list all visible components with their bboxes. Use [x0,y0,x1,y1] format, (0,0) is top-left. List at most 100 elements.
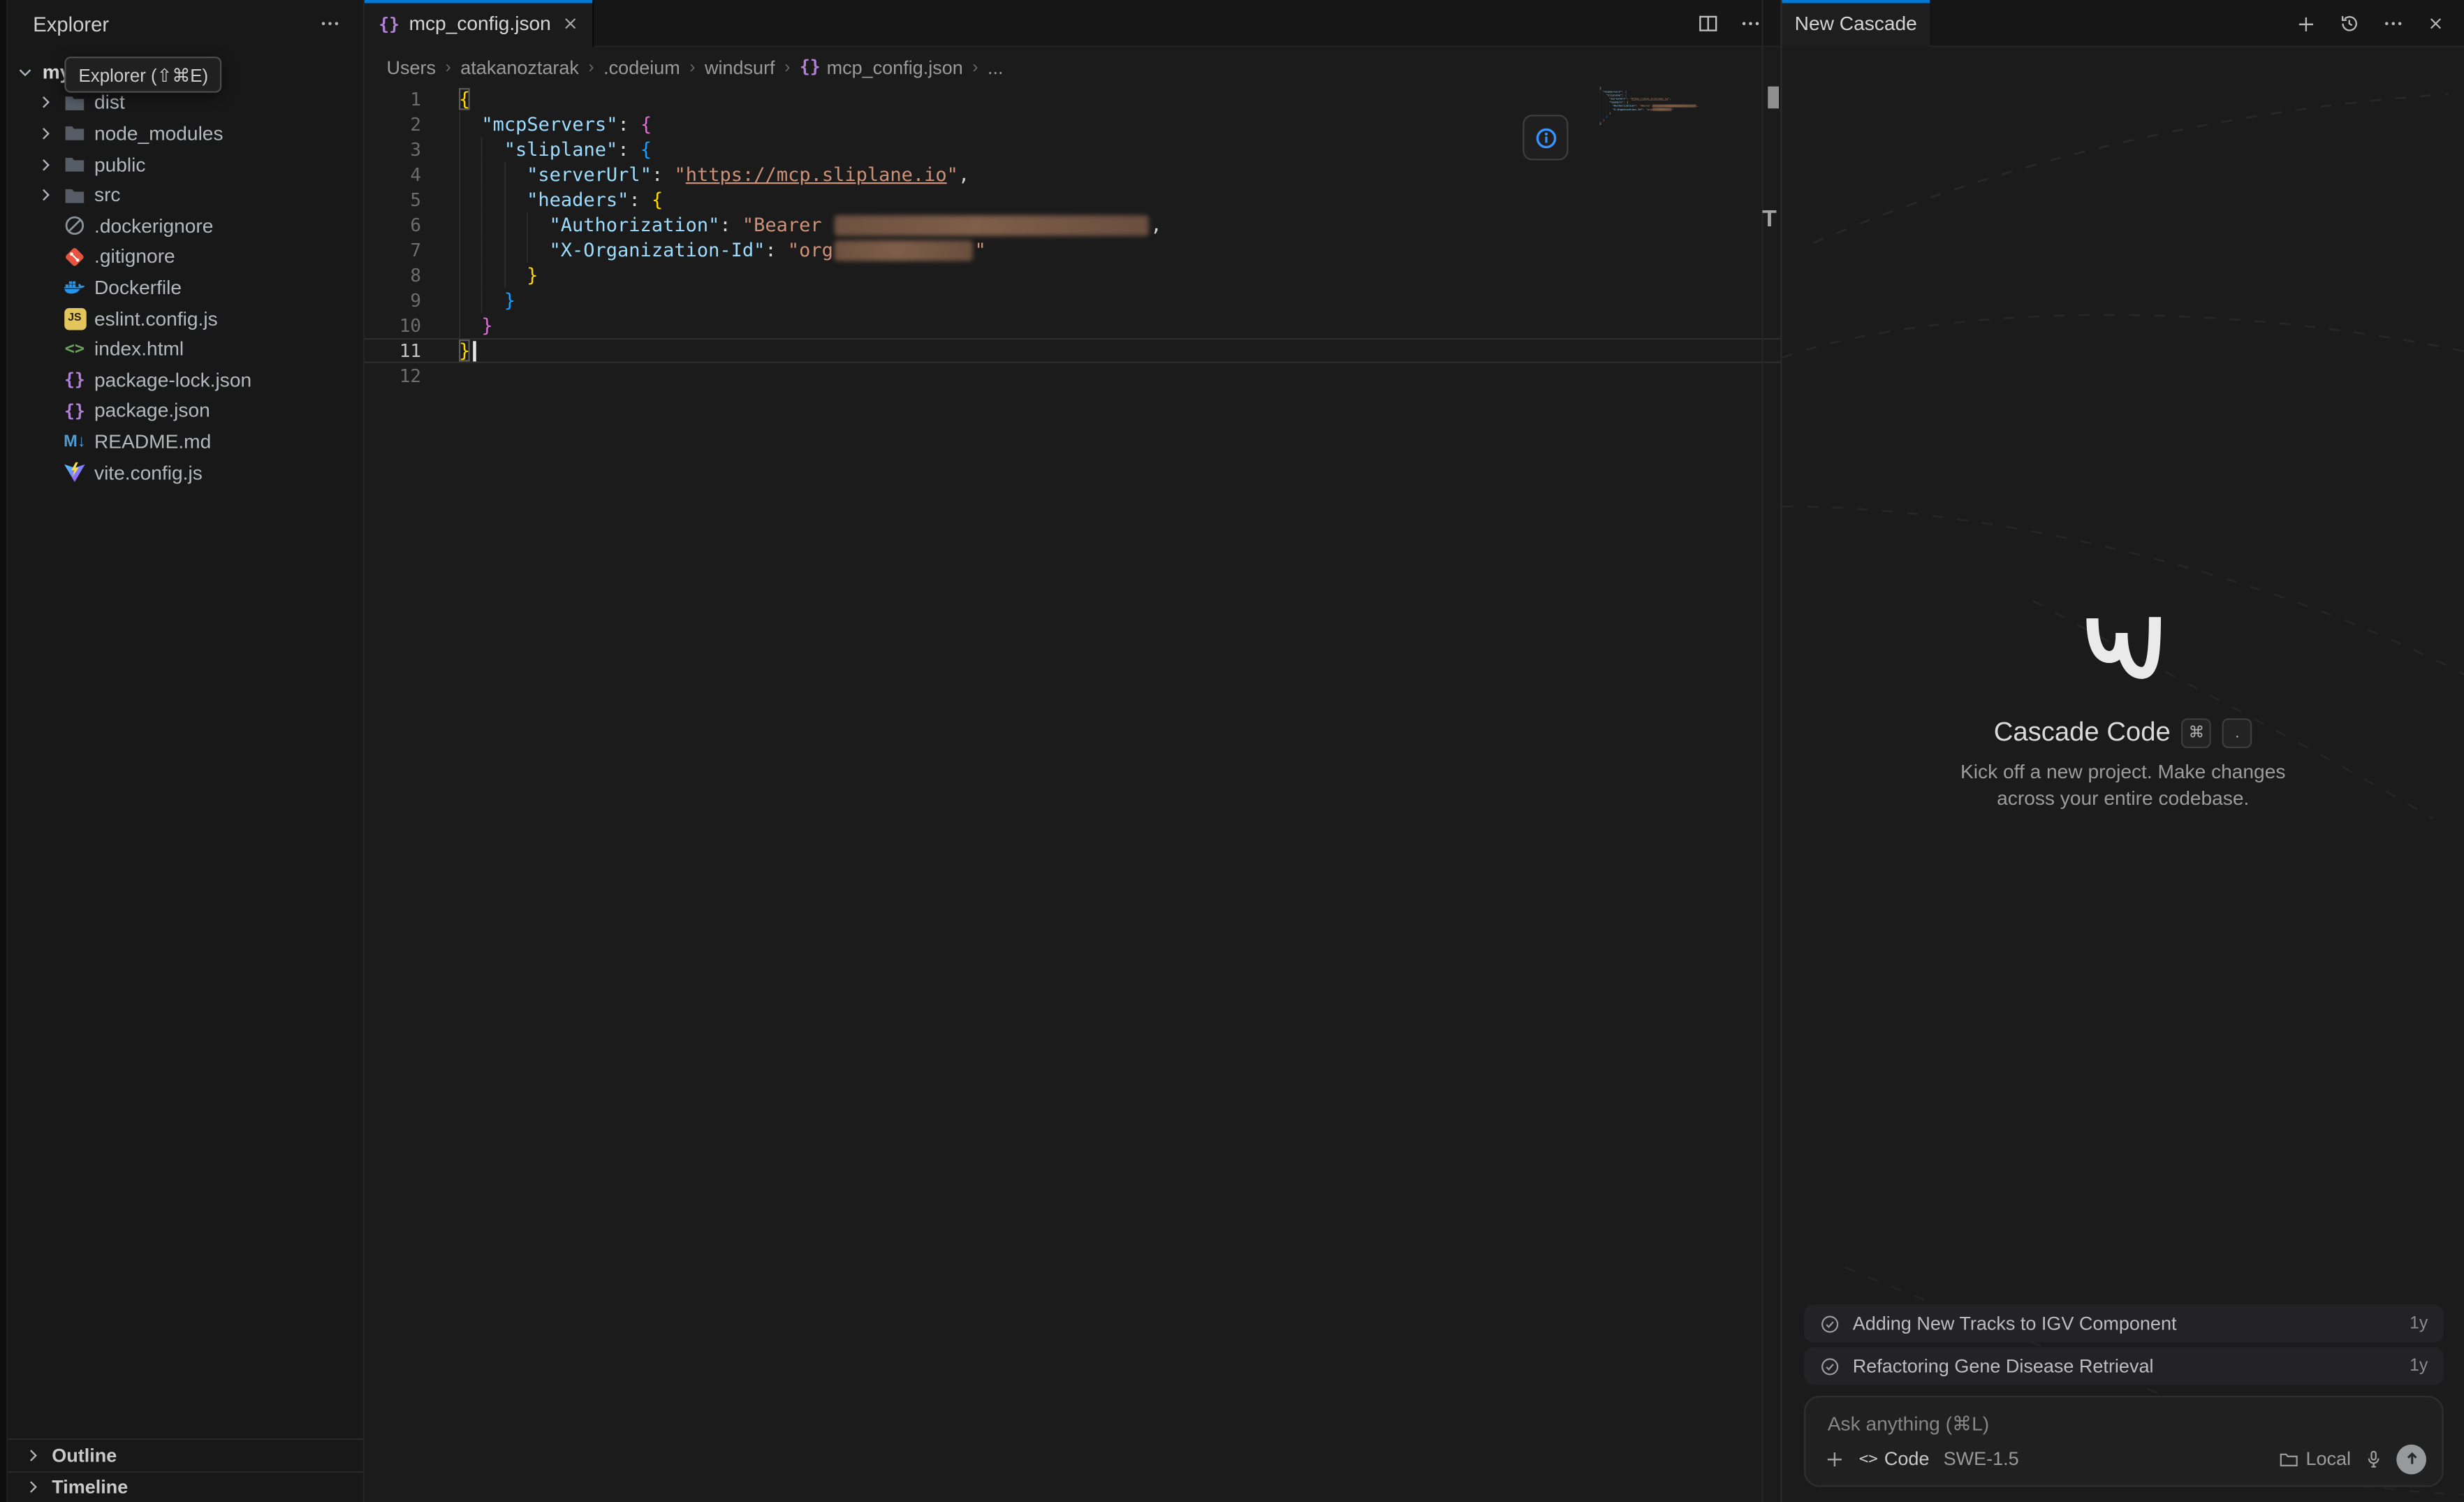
cascade-input[interactable]: Ask anything (⌘L) <> Code SWE-1.5 Local [1804,1396,2444,1487]
code-icon: <> [1859,1450,1878,1468]
code-line-11[interactable]: 11} [365,338,1780,363]
conversation-title: Adding New Tracks to IGV Component [1853,1313,2397,1335]
conversation-title: Refactoring Gene Disease Retrieval [1853,1355,2397,1378]
conversation-item[interactable]: Adding New Tracks to IGV Component1y [1804,1305,2444,1343]
breadcrumb-item[interactable]: {}mcp_config.json [800,56,963,78]
tree-item-package-lock-json[interactable]: {} package-lock.json [8,365,363,395]
breadcrumb-item[interactable]: Users [387,56,437,78]
code-line-5[interactable]: 5"headers": { [365,187,1780,212]
tab-new-cascade[interactable]: New Cascade [1782,0,1930,48]
folder-icon [63,122,87,145]
scrollbar-thumb[interactable] [1768,87,1779,109]
timeline-section[interactable]: Timeline [8,1471,363,1502]
tree-item--gitignore[interactable]: .gitignore [8,242,363,272]
breadcrumb-item[interactable]: windsurf [705,56,775,78]
mode-selector[interactable]: <> Code [1859,1448,1930,1470]
tree-item-public[interactable]: public [8,149,363,180]
file-label: README.md [94,430,211,453]
mic-icon[interactable] [2363,1448,2384,1468]
outline-section[interactable]: Outline [8,1439,363,1471]
plus-icon[interactable] [2296,13,2316,34]
markdown-icon: M↓ [63,432,87,451]
timeline-label: Timeline [52,1477,128,1499]
git-icon [63,245,87,269]
redacted-secret [835,240,973,261]
json-braces-icon: {} [379,13,399,34]
window-edge [0,0,8,1502]
tree-item-src[interactable]: src [8,180,363,210]
file-label: node_modules [94,122,223,145]
location-selector[interactable]: Local [2279,1448,2351,1470]
ellipsis-icon[interactable] [2382,13,2405,35]
conversation-item[interactable]: Refactoring Gene Disease Retrieval1y [1804,1347,2444,1385]
tree-item--dockerignore[interactable]: .dockerignore [8,210,363,241]
chevron-right-icon [36,155,55,174]
sidebar-bottom-sections: Outline Timeline [8,1439,363,1502]
arrow-up-icon [2402,1450,2421,1468]
chevron-right-icon [36,124,55,143]
file-label: index.html [94,338,184,360]
tab-mcp-config-json[interactable]: {} mcp_config.json [365,0,594,48]
breadcrumb-item[interactable]: atakanoztarak [460,56,579,78]
cascade-tab-label: New Cascade [1795,13,1917,35]
file-label: eslint.config.js [94,307,218,330]
minimap[interactable]: {"mcpServers": {"sliplane": {"serverUrl"… [1600,87,1701,181]
file-label: dist [94,92,125,114]
explorer-sidebar: Explorer Explorer (⇧⌘E) mydistnode_modul… [8,0,365,1502]
tree-item-vite-config-js[interactable]: vite.config.js [8,457,363,488]
quick-info-button[interactable] [1523,115,1568,160]
tree-item-package-json[interactable]: {}package.json [8,395,363,426]
cascade-panel: New Cascade Cascade Code ⌘ . Kick off a … [1780,0,2464,1502]
chevron-right-icon [24,1446,43,1465]
location-label: Local [2305,1448,2351,1470]
plus-icon[interactable] [1824,1448,1845,1468]
json-braces-icon: {} [63,370,87,390]
html-code-icon: <> [63,340,87,358]
vite-icon [63,460,87,484]
windsurf-logo [2082,613,2164,683]
cascade-subtitle-line1: Kick off a new project. Make changes [1960,759,2285,786]
json-braces-icon: {} [63,400,87,421]
code-line-12[interactable]: 12 [365,363,1780,388]
breadcrumb-item[interactable]: ... [988,56,1004,78]
breadcrumb-label: atakanoztarak [460,56,579,78]
history-icon[interactable] [2338,13,2361,35]
chevron-right-icon [36,186,55,205]
tab-label: mcp_config.json [409,13,551,35]
model-selector[interactable]: SWE-1.5 [1944,1448,2019,1470]
close-icon[interactable] [560,14,579,33]
close-icon[interactable] [2426,14,2445,33]
code-line-7[interactable]: 7"X-Organization-Id": "org" [365,238,1780,263]
cascade-welcome: Cascade Code ⌘ . Kick off a new project.… [1782,613,2464,813]
file-label: package-lock.json [94,369,251,391]
tree-item-node-modules[interactable]: node_modules [8,118,363,149]
tree-item-eslint-config-js[interactable]: JSeslint.config.js [8,303,363,334]
split-editor-icon[interactable] [1697,13,1719,35]
folder-icon [63,91,87,115]
chevron-right-icon [24,1478,43,1497]
code-line-6[interactable]: 6"Authorization": "Bearer , [365,212,1780,238]
windsurf-window: Explorer Explorer (⇧⌘E) mydistnode_modul… [0,0,2464,1502]
code-line-8[interactable]: 8} [365,263,1780,288]
cascade-title: Cascade Code [1994,717,2171,748]
code-line-1[interactable]: 1{ [365,87,1780,112]
file-tree: mydistnode_modulespublicsrc.dockerignore… [8,57,363,488]
line-number: 5 [365,187,421,212]
code-line-10[interactable]: 10} [365,313,1780,338]
folder-icon [63,184,87,207]
code-editor[interactable]: 1{2"mcpServers": {3"sliplane": {4"server… [365,87,1780,1502]
tree-item-readme-md[interactable]: M↓ README.md [8,426,363,457]
breadcrumb-label: mcp_config.json [827,56,963,78]
breadcrumb-item[interactable]: .codeium [603,56,680,78]
code-line-9[interactable]: 9} [365,288,1780,313]
input-placeholder: Ask anything (⌘L) [1828,1412,1989,1436]
ellipsis-icon[interactable] [1740,13,1762,35]
cascade-subtitle-line2: across your entire codebase. [1960,786,2285,812]
send-button[interactable] [2396,1444,2426,1474]
tree-item-dockerfile[interactable]: Dockerfile [8,272,363,303]
code-line-4[interactable]: 4"serverUrl": "https://mcp.sliplane.io", [365,162,1780,187]
line-number: 9 [365,288,421,313]
line-number: 11 [365,338,421,363]
ellipsis-icon[interactable] [319,13,342,35]
tree-item-index-html[interactable]: <> index.html [8,334,363,365]
